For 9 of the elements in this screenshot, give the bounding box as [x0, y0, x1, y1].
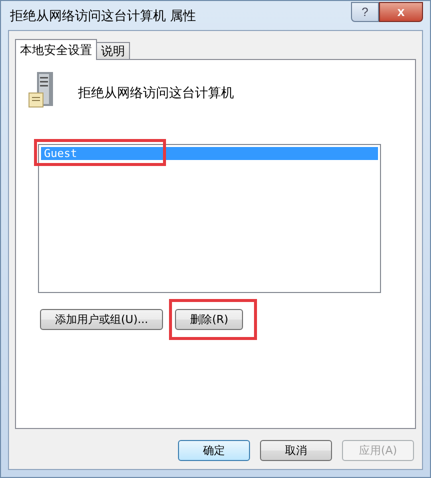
tab[interactable]: 本地安全设置: [15, 39, 97, 60]
policy-name: 拒绝从网络访问这台计算机: [78, 85, 234, 102]
dialog-button[interactable]: 取消: [260, 440, 332, 461]
action-button[interactable]: 删除(R): [175, 309, 244, 330]
help-button[interactable]: ?: [351, 2, 379, 22]
dialog-button[interactable]: 确定: [178, 440, 250, 461]
window-title: 拒绝从网络访问这台计算机 属性: [9, 8, 198, 24]
tab[interactable]: 说明: [96, 42, 130, 60]
action-button[interactable]: 添加用户或组(U)...: [40, 309, 164, 330]
